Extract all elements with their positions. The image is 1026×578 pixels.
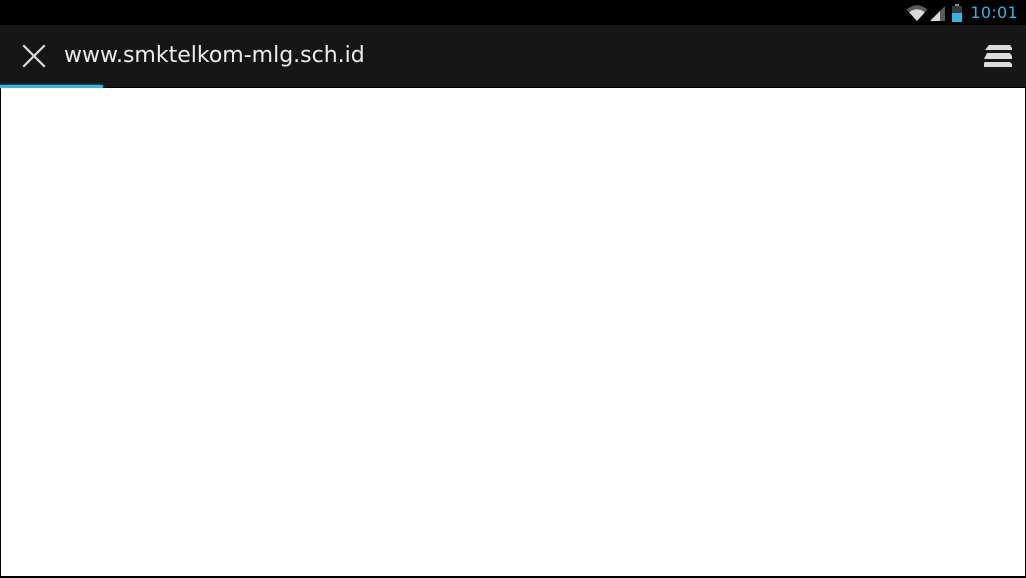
web-content-area[interactable]: [1, 88, 1025, 576]
tabs-button[interactable]: [978, 38, 1018, 74]
wifi-icon: [906, 4, 928, 21]
url-bar: www.smktelkom-mlg.sch.id: [0, 25, 1026, 87]
battery-icon: [952, 3, 963, 22]
signal-icon: [930, 5, 946, 21]
url-field[interactable]: www.smktelkom-mlg.sch.id: [64, 25, 365, 87]
close-icon: [22, 44, 46, 68]
tabs-stack-icon: [984, 45, 1012, 67]
browser-screen: 10:01 www.smktelkom-mlg.sch.id: [0, 0, 1026, 578]
status-clock: 10:01: [970, 3, 1018, 22]
close-button[interactable]: [14, 36, 54, 76]
status-icons: 10:01: [906, 0, 1018, 25]
status-bar: 10:01: [0, 0, 1026, 25]
